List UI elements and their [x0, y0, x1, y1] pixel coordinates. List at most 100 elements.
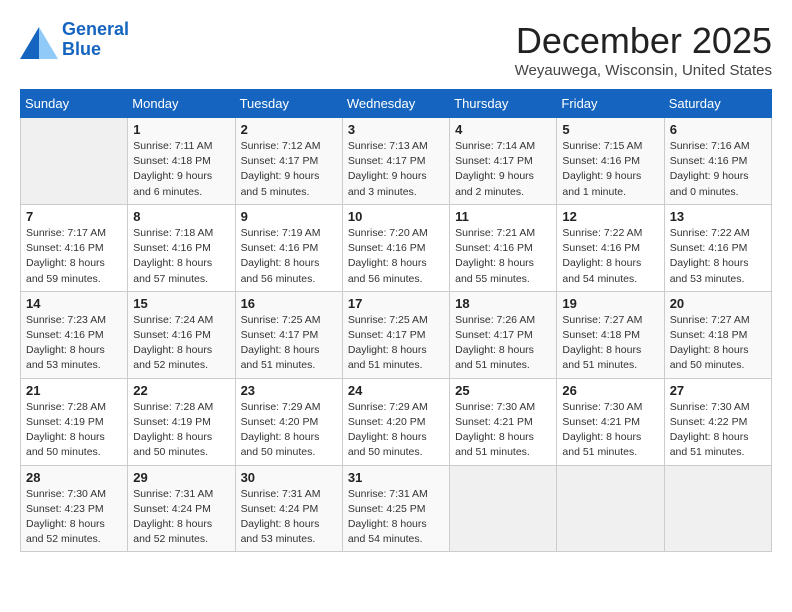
calendar-cell: 11 Sunrise: 7:21 AMSunset: 4:16 PMDayligh… — [450, 204, 557, 291]
month-title: December 2025 — [515, 20, 772, 62]
day-info: Sunrise: 7:27 AMSunset: 4:18 PMDaylight:… — [670, 313, 766, 374]
calendar-cell: 17 Sunrise: 7:25 AMSunset: 4:17 PMDayligh… — [342, 291, 449, 378]
day-info: Sunrise: 7:19 AMSunset: 4:16 PMDaylight:… — [241, 226, 337, 287]
day-header-thursday: Thursday — [450, 90, 557, 118]
day-number: 18 — [455, 296, 551, 311]
day-number: 5 — [562, 122, 658, 137]
calendar-cell: 31 Sunrise: 7:31 AMSunset: 4:25 PMDayligh… — [342, 465, 449, 552]
calendar-week-3: 14Sunrise: 7:23 AMSunset: 4:16 PMDayligh… — [21, 291, 772, 378]
day-header-monday: Monday — [128, 90, 235, 118]
day-number: 8 — [133, 209, 229, 224]
calendar-cell: 7Sunrise: 7:17 AMSunset: 4:16 PMDaylight… — [21, 204, 128, 291]
day-info: Sunrise: 7:11 AMSunset: 4:18 PMDaylight:… — [133, 139, 229, 200]
calendar-cell — [21, 118, 128, 205]
day-info: Sunrise: 7:23 AMSunset: 4:16 PMDaylight:… — [26, 313, 122, 374]
day-info: Sunrise: 7:31 AMSunset: 4:24 PMDaylight:… — [133, 487, 229, 548]
calendar-cell: 12Sunrise: 7:22 AMSunset: 4:16 PMDayligh… — [557, 204, 664, 291]
day-info: Sunrise: 7:25 AMSunset: 4:17 PMDaylight:… — [241, 313, 337, 374]
day-info: Sunrise: 7:30 AMSunset: 4:21 PMDaylight:… — [562, 400, 658, 461]
calendar-cell: 18 Sunrise: 7:26 AMSunset: 4:17 PMDayligh… — [450, 291, 557, 378]
day-number: 21 — [26, 383, 122, 398]
day-info: Sunrise: 7:24 AMSunset: 4:16 PMDaylight:… — [133, 313, 229, 374]
day-info: Sunrise: 7:15 AMSunset: 4:16 PMDaylight:… — [562, 139, 658, 200]
day-info: Sunrise: 7:21 AMSunset: 4:16 PMDaylight:… — [455, 226, 551, 287]
calendar-cell: 13 Sunrise: 7:22 AMSunset: 4:16 PMDayligh… — [664, 204, 771, 291]
calendar-cell: 6 Sunrise: 7:16 AMSunset: 4:16 PMDaylight… — [664, 118, 771, 205]
day-number: 17 — [348, 296, 444, 311]
day-info: Sunrise: 7:25 AMSunset: 4:17 PMDaylight:… — [348, 313, 444, 374]
calendar-cell: 23Sunrise: 7:29 AMSunset: 4:20 PMDayligh… — [235, 378, 342, 465]
day-number: 20 — [670, 296, 766, 311]
calendar-cell: 1 Sunrise: 7:11 AMSunset: 4:18 PMDaylight… — [128, 118, 235, 205]
day-number: 26 — [562, 383, 658, 398]
page-container: General Blue December 2025 Weyauwega, Wi… — [0, 0, 792, 562]
day-info: Sunrise: 7:30 AMSunset: 4:21 PMDaylight:… — [455, 400, 551, 461]
calendar-cell: 5 Sunrise: 7:15 AMSunset: 4:16 PMDaylight… — [557, 118, 664, 205]
calendar-week-1: 1 Sunrise: 7:11 AMSunset: 4:18 PMDaylight… — [21, 118, 772, 205]
day-info: Sunrise: 7:14 AMSunset: 4:17 PMDaylight:… — [455, 139, 551, 200]
day-header-tuesday: Tuesday — [235, 90, 342, 118]
location: Weyauwega, Wisconsin, United States — [515, 62, 772, 79]
day-number: 19 — [562, 296, 658, 311]
day-number: 12 — [562, 209, 658, 224]
day-number: 10 — [348, 209, 444, 224]
calendar-week-5: 28 Sunrise: 7:30 AMSunset: 4:23 PMDayligh… — [21, 465, 772, 552]
day-number: 24 — [348, 383, 444, 398]
day-info: Sunrise: 7:28 AMSunset: 4:19 PMDaylight:… — [133, 400, 229, 461]
day-number: 11 — [455, 209, 551, 224]
calendar-cell — [664, 465, 771, 552]
calendar-week-4: 21 Sunrise: 7:28 AMSunset: 4:19 PMDayligh… — [21, 378, 772, 465]
calendar-cell: 20 Sunrise: 7:27 AMSunset: 4:18 PMDayligh… — [664, 291, 771, 378]
day-header-friday: Friday — [557, 90, 664, 118]
day-number: 13 — [670, 209, 766, 224]
day-info: Sunrise: 7:20 AMSunset: 4:16 PMDaylight:… — [348, 226, 444, 287]
calendar-cell: 27 Sunrise: 7:30 AMSunset: 4:22 PMDayligh… — [664, 378, 771, 465]
day-number: 23 — [241, 383, 337, 398]
day-number: 2 — [241, 122, 337, 137]
calendar-cell: 14Sunrise: 7:23 AMSunset: 4:16 PMDayligh… — [21, 291, 128, 378]
day-number: 1 — [133, 122, 229, 137]
day-header-sunday: Sunday — [21, 90, 128, 118]
day-number: 9 — [241, 209, 337, 224]
calendar-cell: 24Sunrise: 7:29 AMSunset: 4:20 PMDayligh… — [342, 378, 449, 465]
day-info: Sunrise: 7:28 AMSunset: 4:19 PMDaylight:… — [26, 400, 122, 461]
day-info: Sunrise: 7:22 AMSunset: 4:16 PMDaylight:… — [670, 226, 766, 287]
calendar-cell: 2Sunrise: 7:12 AMSunset: 4:17 PMDaylight… — [235, 118, 342, 205]
day-info: Sunrise: 7:31 AMSunset: 4:25 PMDaylight:… — [348, 487, 444, 548]
day-number: 28 — [26, 470, 122, 485]
calendar-cell: 26 Sunrise: 7:30 AMSunset: 4:21 PMDayligh… — [557, 378, 664, 465]
day-number: 6 — [670, 122, 766, 137]
calendar-cell: 3Sunrise: 7:13 AMSunset: 4:17 PMDaylight… — [342, 118, 449, 205]
calendar-cell: 19 Sunrise: 7:27 AMSunset: 4:18 PMDayligh… — [557, 291, 664, 378]
calendar-cell: 4 Sunrise: 7:14 AMSunset: 4:17 PMDaylight… — [450, 118, 557, 205]
day-header-wednesday: Wednesday — [342, 90, 449, 118]
day-number: 3 — [348, 122, 444, 137]
day-info: Sunrise: 7:30 AMSunset: 4:22 PMDaylight:… — [670, 400, 766, 461]
calendar-cell: 16 Sunrise: 7:25 AMSunset: 4:17 PMDayligh… — [235, 291, 342, 378]
day-number: 22 — [133, 383, 229, 398]
calendar-cell — [450, 465, 557, 552]
logo-text: General Blue — [62, 20, 129, 60]
calendar-cell: 10 Sunrise: 7:20 AMSunset: 4:16 PMDayligh… — [342, 204, 449, 291]
day-info: Sunrise: 7:16 AMSunset: 4:16 PMDaylight:… — [670, 139, 766, 200]
day-info: Sunrise: 7:30 AMSunset: 4:23 PMDaylight:… — [26, 487, 122, 548]
calendar-cell: 21 Sunrise: 7:28 AMSunset: 4:19 PMDayligh… — [21, 378, 128, 465]
calendar-cell: 22 Sunrise: 7:28 AMSunset: 4:19 PMDayligh… — [128, 378, 235, 465]
calendar-cell: 29 Sunrise: 7:31 AMSunset: 4:24 PMDayligh… — [128, 465, 235, 552]
day-number: 15 — [133, 296, 229, 311]
day-info: Sunrise: 7:31 AMSunset: 4:24 PMDaylight:… — [241, 487, 337, 548]
calendar-cell: 28 Sunrise: 7:30 AMSunset: 4:23 PMDayligh… — [21, 465, 128, 552]
day-header-saturday: Saturday — [664, 90, 771, 118]
day-number: 29 — [133, 470, 229, 485]
title-block: December 2025 Weyauwega, Wisconsin, Unit… — [515, 20, 772, 79]
day-number: 16 — [241, 296, 337, 311]
day-number: 27 — [670, 383, 766, 398]
day-number: 4 — [455, 122, 551, 137]
day-number: 31 — [348, 470, 444, 485]
calendar-week-2: 7Sunrise: 7:17 AMSunset: 4:16 PMDaylight… — [21, 204, 772, 291]
day-info: Sunrise: 7:26 AMSunset: 4:17 PMDaylight:… — [455, 313, 551, 374]
day-info: Sunrise: 7:18 AMSunset: 4:16 PMDaylight:… — [133, 226, 229, 287]
day-number: 30 — [241, 470, 337, 485]
day-number: 7 — [26, 209, 122, 224]
day-info: Sunrise: 7:27 AMSunset: 4:18 PMDaylight:… — [562, 313, 658, 374]
